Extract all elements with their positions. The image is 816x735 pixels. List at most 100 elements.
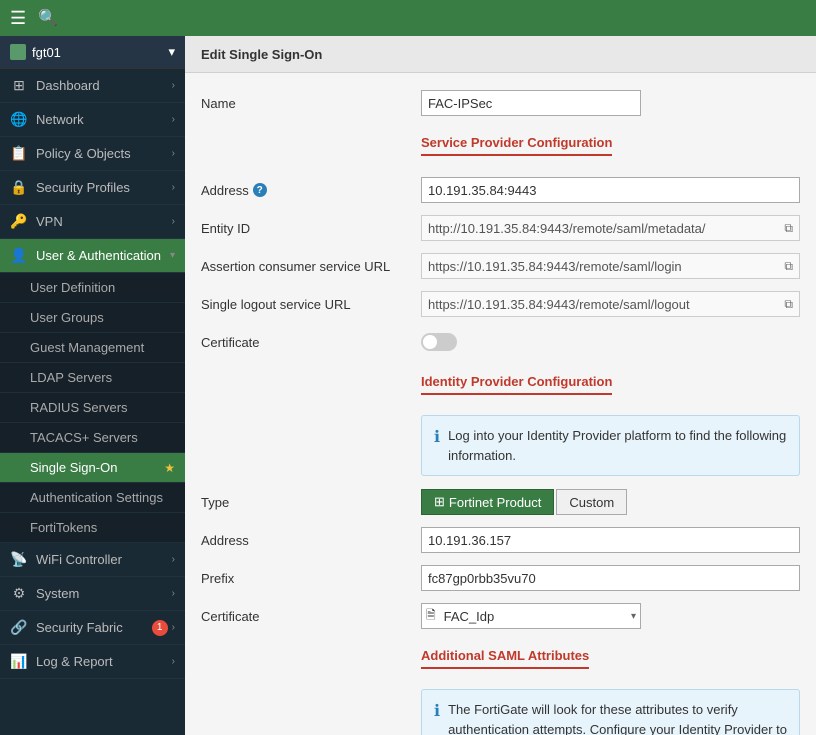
type-fortinet-btn[interactable]: ⊞ Fortinet Product (421, 489, 554, 515)
system-icon: ⚙ (10, 585, 28, 602)
sidebar-item-system[interactable]: ⚙ System › (0, 577, 185, 611)
user-groups-label: User Groups (30, 310, 104, 325)
logout-url-field: https://10.191.35.84:9443/remote/saml/lo… (421, 291, 800, 317)
logout-url-row: Single logout service URL https://10.191… (201, 290, 800, 318)
sidebar-label-system: System (36, 586, 79, 601)
entity-id-value: http://10.191.35.84:9443/remote/saml/met… (428, 221, 706, 236)
type-btn-group: ⊞ Fortinet Product Custom (421, 489, 800, 515)
assertion-url-value: https://10.191.35.84:9443/remote/saml/lo… (428, 259, 682, 274)
entity-id-field: http://10.191.35.84:9443/remote/saml/met… (421, 215, 800, 241)
idp-address-control (421, 527, 800, 553)
saml-section-title: Additional SAML Attributes (421, 648, 589, 669)
assertion-url-field: https://10.191.35.84:9443/remote/saml/lo… (421, 253, 800, 279)
log-report-icon: 📊 (10, 653, 28, 670)
idp-section-title: Identity Provider Configuration (421, 374, 612, 395)
top-bar: ☰ 🔍 (0, 0, 816, 36)
device-arrow: ▾ (168, 44, 175, 60)
sidebar-label-dashboard: Dashboard (36, 78, 100, 93)
sidebar-item-vpn[interactable]: 🔑 VPN › (0, 205, 185, 239)
name-input[interactable] (421, 90, 641, 116)
sp-certificate-toggle[interactable] (421, 333, 457, 351)
search-icon[interactable]: 🔍 (38, 8, 58, 28)
security-fabric-icon: 🔗 (10, 619, 28, 636)
vpn-icon: 🔑 (10, 213, 28, 230)
menu-icon[interactable]: ☰ (10, 8, 26, 29)
sidebar-item-log-report[interactable]: 📊 Log & Report › (0, 645, 185, 679)
device-icon (10, 44, 26, 60)
network-arrow: › (172, 114, 175, 125)
sp-address-input[interactable] (421, 177, 800, 203)
dashboard-icon: ⊞ (10, 77, 28, 94)
saml-info-box: ℹ The FortiGate will look for these attr… (421, 689, 800, 735)
sidebar-item-single-sign-on[interactable]: Single Sign-On ★ (0, 453, 185, 483)
user-auth-arrow: ▾ (170, 250, 175, 261)
sidebar-item-ldap-servers[interactable]: LDAP Servers (0, 363, 185, 393)
logout-url-control: https://10.191.35.84:9443/remote/saml/lo… (421, 291, 800, 317)
logout-url-copy-icon[interactable]: ⧉ (784, 297, 793, 312)
user-auth-submenu: User Definition User Groups Guest Manage… (0, 273, 185, 543)
entity-id-control: http://10.191.35.84:9443/remote/saml/met… (421, 215, 800, 241)
sidebar-item-dashboard[interactable]: ⊞ Dashboard › (0, 69, 185, 103)
tacacs-servers-label: TACACS+ Servers (30, 430, 138, 445)
security-profiles-icon: 🔒 (10, 179, 28, 196)
sidebar-item-policy[interactable]: 📋 Policy & Objects › (0, 137, 185, 171)
form-container: Name Service Provider Configuration Addr… (185, 73, 816, 735)
idp-info-text: Log into your Identity Provider platform… (448, 426, 787, 465)
security-fabric-arrow: › (172, 622, 175, 633)
sidebar-item-security-profiles[interactable]: 🔒 Security Profiles › (0, 171, 185, 205)
user-auth-icon: 👤 (10, 247, 28, 264)
prefix-row: Prefix (201, 564, 800, 592)
radius-servers-label: RADIUS Servers (30, 400, 128, 415)
network-icon: 🌐 (10, 111, 28, 128)
idp-address-row: Address (201, 526, 800, 554)
sidebar-label-security-fabric: Security Fabric (36, 620, 123, 635)
assertion-url-copy-icon[interactable]: ⧉ (784, 259, 793, 274)
sp-certificate-control (421, 333, 800, 351)
security-profiles-arrow: › (172, 182, 175, 193)
sidebar-item-network[interactable]: 🌐 Network › (0, 103, 185, 137)
policy-icon: 📋 (10, 145, 28, 162)
auth-settings-label: Authentication Settings (30, 490, 163, 505)
entity-id-row: Entity ID http://10.191.35.84:9443/remot… (201, 214, 800, 242)
sidebar-label-log-report: Log & Report (36, 654, 113, 669)
sidebar-item-wifi[interactable]: 📡 WiFi Controller › (0, 543, 185, 577)
wifi-icon: 📡 (10, 551, 28, 568)
sidebar: fgt01 ▾ ⊞ Dashboard › 🌐 Network › 📋 Poli… (0, 36, 185, 735)
sidebar-item-user-groups[interactable]: User Groups (0, 303, 185, 333)
type-custom-btn[interactable]: Custom (556, 489, 627, 515)
prefix-input[interactable] (421, 565, 800, 591)
device-name: fgt01 (32, 45, 61, 60)
sidebar-item-user-auth[interactable]: 👤 User & Authentication ▾ (0, 239, 185, 273)
address-help-icon[interactable]: ? (253, 183, 267, 197)
sidebar-item-guest-management[interactable]: Guest Management (0, 333, 185, 363)
idp-address-label: Address (201, 533, 421, 548)
idp-info-box: ℹ Log into your Identity Provider platfo… (421, 415, 800, 476)
idp-certificate-select[interactable]: 🗎 FAC_Idp ▾ (421, 603, 641, 629)
entity-id-copy-icon[interactable]: ⧉ (784, 221, 793, 236)
saml-info-text: The FortiGate will look for these attrib… (448, 700, 787, 735)
select-arrow-icon: ▾ (631, 611, 636, 622)
sp-address-row: Address ? (201, 176, 800, 204)
device-header[interactable]: fgt01 ▾ (0, 36, 185, 69)
main-content: Edit Single Sign-On Name Service Provide… (185, 36, 816, 735)
cert-icon: 🗎 (426, 606, 436, 627)
guest-management-label: Guest Management (30, 340, 144, 355)
idp-certificate-value: FAC_Idp (444, 609, 495, 624)
sidebar-item-security-fabric[interactable]: 🔗 Security Fabric 1 › (0, 611, 185, 645)
sidebar-item-fortitokens[interactable]: FortiTokens (0, 513, 185, 543)
sidebar-item-radius-servers[interactable]: RADIUS Servers (0, 393, 185, 423)
name-row: Name (201, 89, 800, 117)
idp-address-input[interactable] (421, 527, 800, 553)
policy-arrow: › (172, 148, 175, 159)
sidebar-item-auth-settings[interactable]: Authentication Settings (0, 483, 185, 513)
page-header: Edit Single Sign-On (185, 36, 816, 73)
fortinet-grid-icon: ⊞ (434, 494, 445, 510)
sidebar-item-user-definition[interactable]: User Definition (0, 273, 185, 303)
idp-info-icon: ℹ (434, 426, 440, 450)
sp-certificate-label: Certificate (201, 335, 421, 350)
sidebar-item-tacacs-servers[interactable]: TACACS+ Servers (0, 423, 185, 453)
assertion-url-row: Assertion consumer service URL https://1… (201, 252, 800, 280)
idp-certificate-label: Certificate (201, 609, 421, 624)
sidebar-label-network: Network (36, 112, 84, 127)
assertion-url-control: https://10.191.35.84:9443/remote/saml/lo… (421, 253, 800, 279)
